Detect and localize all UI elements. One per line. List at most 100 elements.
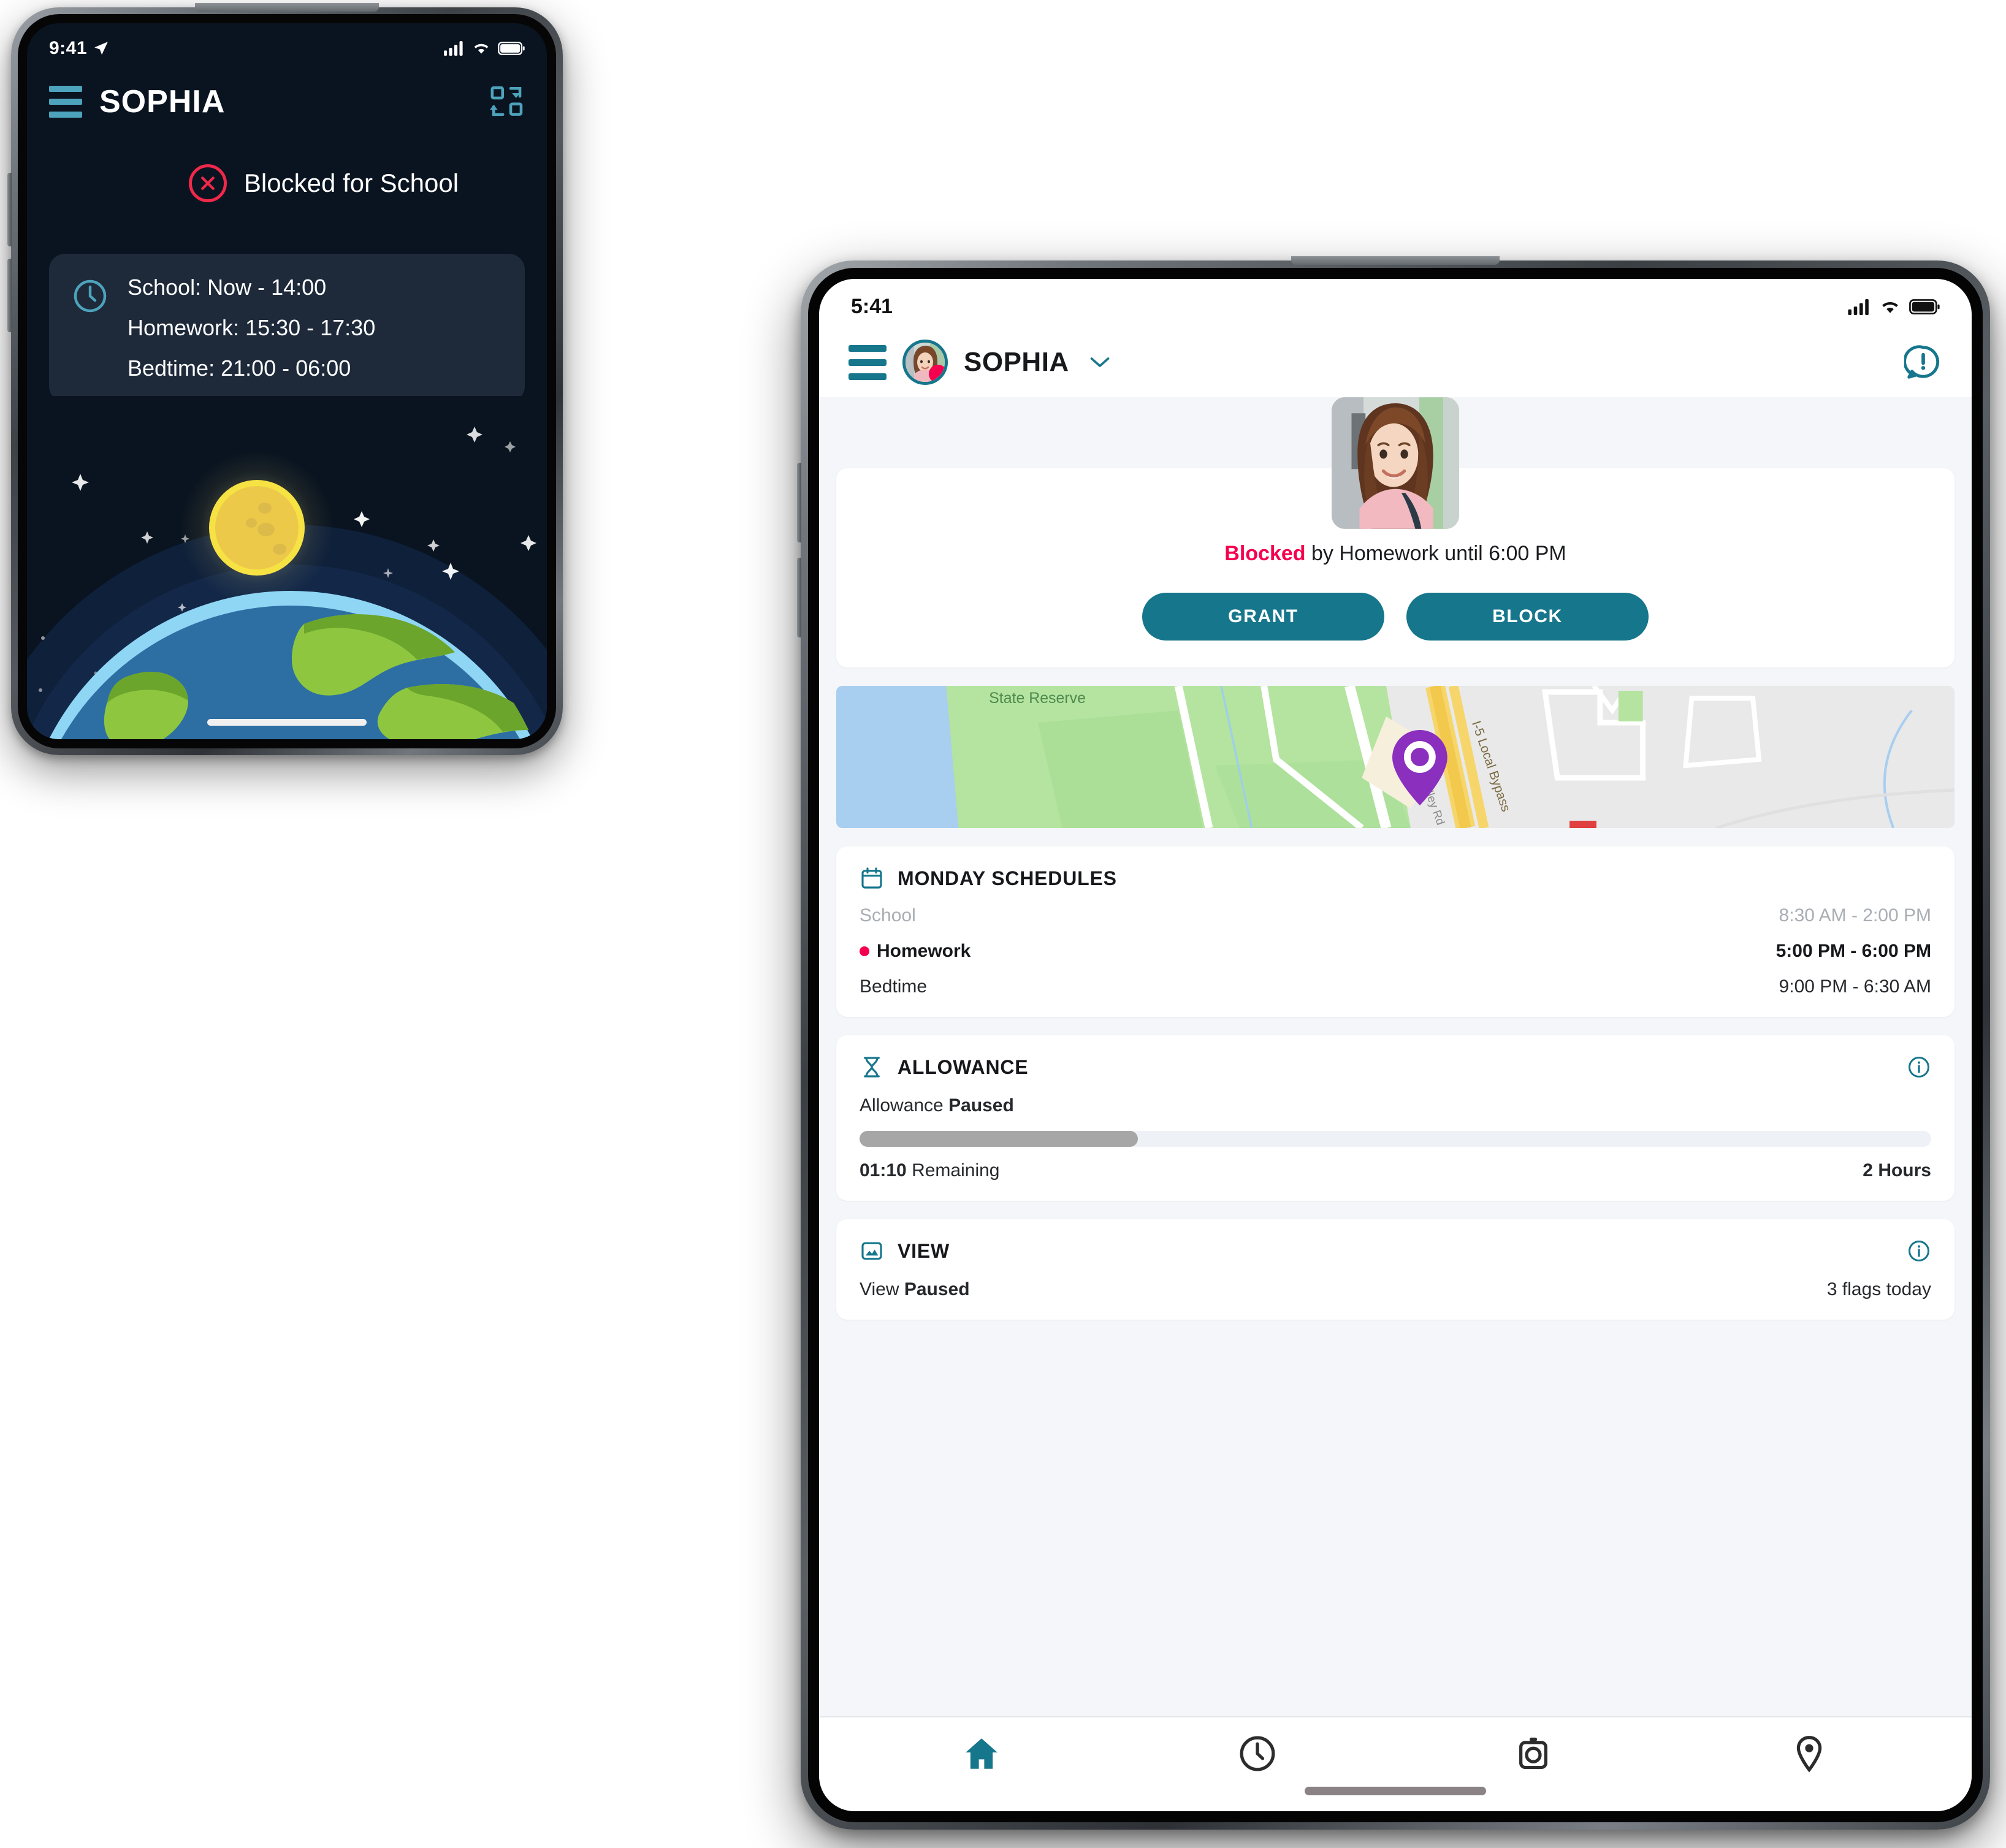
view-flags: 3 flags today [1826, 1279, 1931, 1299]
child-schedule-lines: School: Now - 14:00 Homework: 15:30 - 17… [128, 275, 375, 381]
schedules-title: MONDAY SCHEDULES [898, 867, 1117, 889]
allowance-header-left: ALLOWANCE [860, 1055, 1028, 1079]
allowance-remaining-label: Remaining [906, 1160, 1000, 1181]
view-status-value: Paused [904, 1279, 970, 1299]
info-circle-icon[interactable] [1907, 1239, 1931, 1263]
blocked-status-prefix: Blocked [1224, 542, 1306, 565]
space-illustration [27, 396, 547, 739]
view-card[interactable]: VIEW View Paused 3 flags today [836, 1219, 1955, 1320]
allowance-card[interactable]: ALLOWANCE Allowance Paused 01:10 Remaini… [836, 1035, 1955, 1201]
view-header-left: VIEW [860, 1239, 950, 1263]
status-icons [444, 41, 525, 56]
allowance-footer: 01:10 Remaining 2 Hours [860, 1160, 1931, 1181]
allowance-progressbar [860, 1131, 1931, 1147]
battery-icon [1909, 299, 1940, 314]
map-label-state-reserve: State Reserve [989, 690, 1086, 707]
volume-up-button[interactable] [7, 173, 12, 246]
parent-device: 5:41 SOPHIA Blocked by Homework until 6:… [797, 256, 1990, 1830]
view-status: View Paused [860, 1279, 970, 1300]
wifi-icon [1882, 302, 1898, 313]
child-blocked-text: Blocked for School [243, 169, 459, 197]
image-chart-icon [861, 1242, 882, 1260]
status-time-group: 9:41 [49, 38, 109, 59]
status-icons [1848, 298, 1940, 315]
avatar-notification-badge [929, 365, 945, 382]
alert-chat-bubble-icon[interactable] [1904, 343, 1942, 381]
device-top-notch [1291, 256, 1500, 265]
parent-content-scroll[interactable]: Blocked by Homework until 6:00 PM GRANT … [819, 397, 1972, 1716]
avatar[interactable] [902, 340, 948, 385]
block-button[interactable]: BLOCK [1406, 593, 1649, 641]
parent-header-left: SOPHIA [849, 340, 1111, 385]
location-map[interactable]: State Reserve I-5 Local Bypass Sorrento … [836, 686, 1955, 828]
table-row[interactable]: Homework 5:00 PM - 6:00 PM [860, 941, 1931, 962]
schedules-header-left: MONDAY SCHEDULES [860, 866, 1117, 891]
hamburger-menu-icon[interactable] [49, 86, 82, 118]
view-title: VIEW [898, 1239, 950, 1262]
child-schedule-line-bedtime: Bedtime: 21:00 - 06:00 [128, 356, 351, 381]
parent-screen: 5:41 SOPHIA Blocked by Homework until 6:… [819, 279, 1972, 1811]
child-app-header: SOPHIA [27, 59, 547, 120]
info-circle-icon[interactable] [1907, 1055, 1931, 1079]
status-time: 9:41 [49, 38, 88, 58]
child-screen: 9:41 SOPHIA Blocked for School School: N… [27, 23, 547, 739]
view-footer: View Paused 3 flags today [860, 1279, 1931, 1300]
child-status-bar: 9:41 [27, 23, 547, 59]
child-schedule-card[interactable]: School: Now - 14:00 Homework: 15:30 - 17… [49, 254, 525, 402]
tab-home[interactable] [961, 1733, 1002, 1776]
child-profile-photo[interactable] [1332, 397, 1459, 529]
schedule-time: 5:00 PM - 6:00 PM [1775, 941, 1931, 961]
schedule-name: School [860, 905, 916, 926]
table-row[interactable]: Bedtime 9:00 PM - 6:30 AM [860, 976, 1931, 997]
view-status-label: View [860, 1279, 904, 1299]
allowance-header: ALLOWANCE [860, 1055, 1931, 1079]
volume-down-button[interactable] [797, 558, 801, 637]
child-home-indicator[interactable] [207, 719, 367, 726]
volume-up-button[interactable] [797, 463, 801, 542]
schedule-name: Bedtime [860, 976, 928, 997]
location-arrow-icon [94, 42, 108, 55]
child-status-card: Blocked by Homework until 6:00 PM GRANT … [836, 397, 1955, 667]
parent-home-indicator[interactable] [819, 1787, 1972, 1811]
allowance-remaining: 01:10 Remaining [860, 1160, 999, 1181]
location-pin-icon [1796, 1735, 1822, 1773]
bottom-tab-bar [819, 1716, 1972, 1787]
x-circle-icon [188, 164, 227, 202]
schedule-time: 9:00 PM - 6:30 AM [1779, 976, 1931, 997]
hourglass-icon [864, 1057, 880, 1078]
parent-app-header: SOPHIA [819, 319, 1972, 397]
allowance-progress-fill [860, 1131, 1138, 1147]
active-dot-icon [860, 946, 869, 956]
schedule-name-text: Homework [877, 941, 971, 961]
clock-icon [1240, 1736, 1275, 1771]
child-schedule-line-school: School: Now - 14:00 [128, 275, 327, 300]
calendar-icon [861, 867, 882, 889]
cellular-signal-icon [1848, 298, 1869, 315]
hamburger-menu-icon[interactable] [849, 344, 887, 380]
child-device: 9:41 SOPHIA Blocked for School School: N… [7, 3, 563, 755]
child-schedule-line-homework: Homework: 15:30 - 17:30 [128, 315, 376, 340]
blocked-status-text: Blocked by Homework until 6:00 PM [861, 542, 1930, 566]
device-transfer-icon[interactable] [489, 84, 525, 120]
allowance-total: 2 Hours [1863, 1160, 1931, 1181]
child-header-left: SOPHIA [49, 83, 225, 120]
tab-location[interactable] [1789, 1733, 1829, 1776]
hero-actions: GRANT BLOCK [861, 593, 1930, 641]
allowance-title: ALLOWANCE [898, 1055, 1029, 1078]
home-icon [966, 1738, 997, 1769]
tab-camera[interactable] [1513, 1733, 1554, 1776]
grant-button[interactable]: GRANT [1142, 593, 1384, 641]
volume-down-button[interactable] [7, 259, 12, 332]
tab-history[interactable] [1237, 1733, 1278, 1776]
battery-icon [498, 42, 525, 55]
camera-icon [1519, 1737, 1547, 1770]
device-top-notch [195, 3, 379, 12]
schedules-card[interactable]: MONDAY SCHEDULES School 8:30 AM - 2:00 P… [836, 846, 1955, 1017]
wifi-icon [474, 44, 489, 54]
allowance-status-value: Paused [948, 1095, 1014, 1116]
blocked-status-rest: by Homework until 6:00 PM [1305, 542, 1566, 565]
table-row[interactable]: School 8:30 AM - 2:00 PM [860, 905, 1931, 926]
chevron-down-icon[interactable] [1089, 356, 1111, 369]
scene: 9:41 SOPHIA Blocked for School School: N… [0, 0, 2006, 1848]
schedules-header: MONDAY SCHEDULES [860, 866, 1931, 891]
